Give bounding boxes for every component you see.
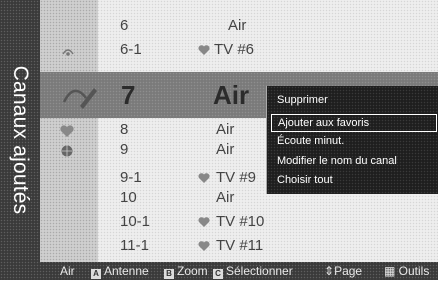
footer-bar: Air A Antenne B Zoom C Sélectionner ⇕Page ▦…: [0, 262, 438, 280]
tools-icon: ▦: [384, 264, 399, 278]
c-key-icon: C: [213, 269, 223, 279]
signal-icon: [62, 49, 74, 56]
favorite-heart-icon: [198, 217, 210, 227]
menu-item-add-favorites[interactable]: Ajouter aux favoris: [271, 114, 437, 132]
channel-type: TV #10: [216, 213, 265, 230]
channel-row[interactable]: 11-1 TV #11: [40, 236, 438, 256]
up-down-arrows-icon: ⇕: [324, 264, 335, 278]
context-menu: Supprimer Ajouter aux favoris Écoute min…: [266, 86, 438, 194]
signal-edit-icon: [62, 88, 97, 109]
footer-zoom-button[interactable]: B Zoom: [164, 262, 208, 280]
footer-tools-button[interactable]: ▦ Outils: [384, 262, 429, 280]
footer-air: Air: [60, 264, 75, 278]
favorite-heart-icon: [198, 173, 210, 183]
channel-row[interactable]: 6-1 TV #6: [40, 40, 438, 60]
channel-type: TV #9: [216, 169, 257, 186]
channel-type: TV #6: [214, 41, 255, 58]
channel-type: Air: [216, 141, 235, 158]
favorite-heart-icon: [198, 241, 210, 251]
channel-number: 10: [120, 189, 137, 206]
a-key-icon: A: [91, 269, 101, 279]
footer-page-button[interactable]: ⇕Page: [324, 262, 362, 280]
menu-item-rename-channel[interactable]: Modifier le nom du canal: [271, 152, 437, 170]
channel-type: Air: [228, 17, 247, 34]
footer-select-button[interactable]: C Sélectionner: [213, 262, 293, 280]
channel-number: 6: [120, 17, 129, 34]
channel-number: 6-1: [120, 41, 142, 58]
channel-number: 9: [120, 141, 129, 158]
channel-number: 10-1: [120, 213, 151, 230]
selected-channel-type: Air: [213, 80, 250, 110]
menu-item-select-all[interactable]: Choisir tout: [271, 171, 437, 189]
channel-number: 11-1: [120, 237, 149, 254]
channel-type: Air: [216, 121, 235, 138]
heart-icon: [60, 125, 74, 137]
channel-type: Air: [216, 189, 235, 206]
bottom-margin: [0, 280, 438, 305]
b-key-icon: B: [164, 269, 174, 279]
channel-number: 9-1: [120, 169, 142, 186]
channel-row[interactable]: 6 Air: [40, 16, 438, 36]
favorite-heart-icon: [198, 45, 210, 55]
menu-item-delete[interactable]: Supprimer: [271, 91, 437, 109]
sidebar-title: Canaux ajoutés: [9, 65, 32, 215]
channel-type: TV #11: [216, 237, 264, 254]
channel-number: 8: [120, 121, 129, 138]
footer-antenna-button[interactable]: A Antenne: [91, 262, 149, 280]
globe-icon: [61, 145, 73, 157]
channel-row[interactable]: 10-1 TV #10: [40, 212, 438, 232]
menu-item-timer-viewing[interactable]: Écoute minut.: [271, 132, 437, 150]
selected-channel-number: 7: [121, 80, 136, 110]
